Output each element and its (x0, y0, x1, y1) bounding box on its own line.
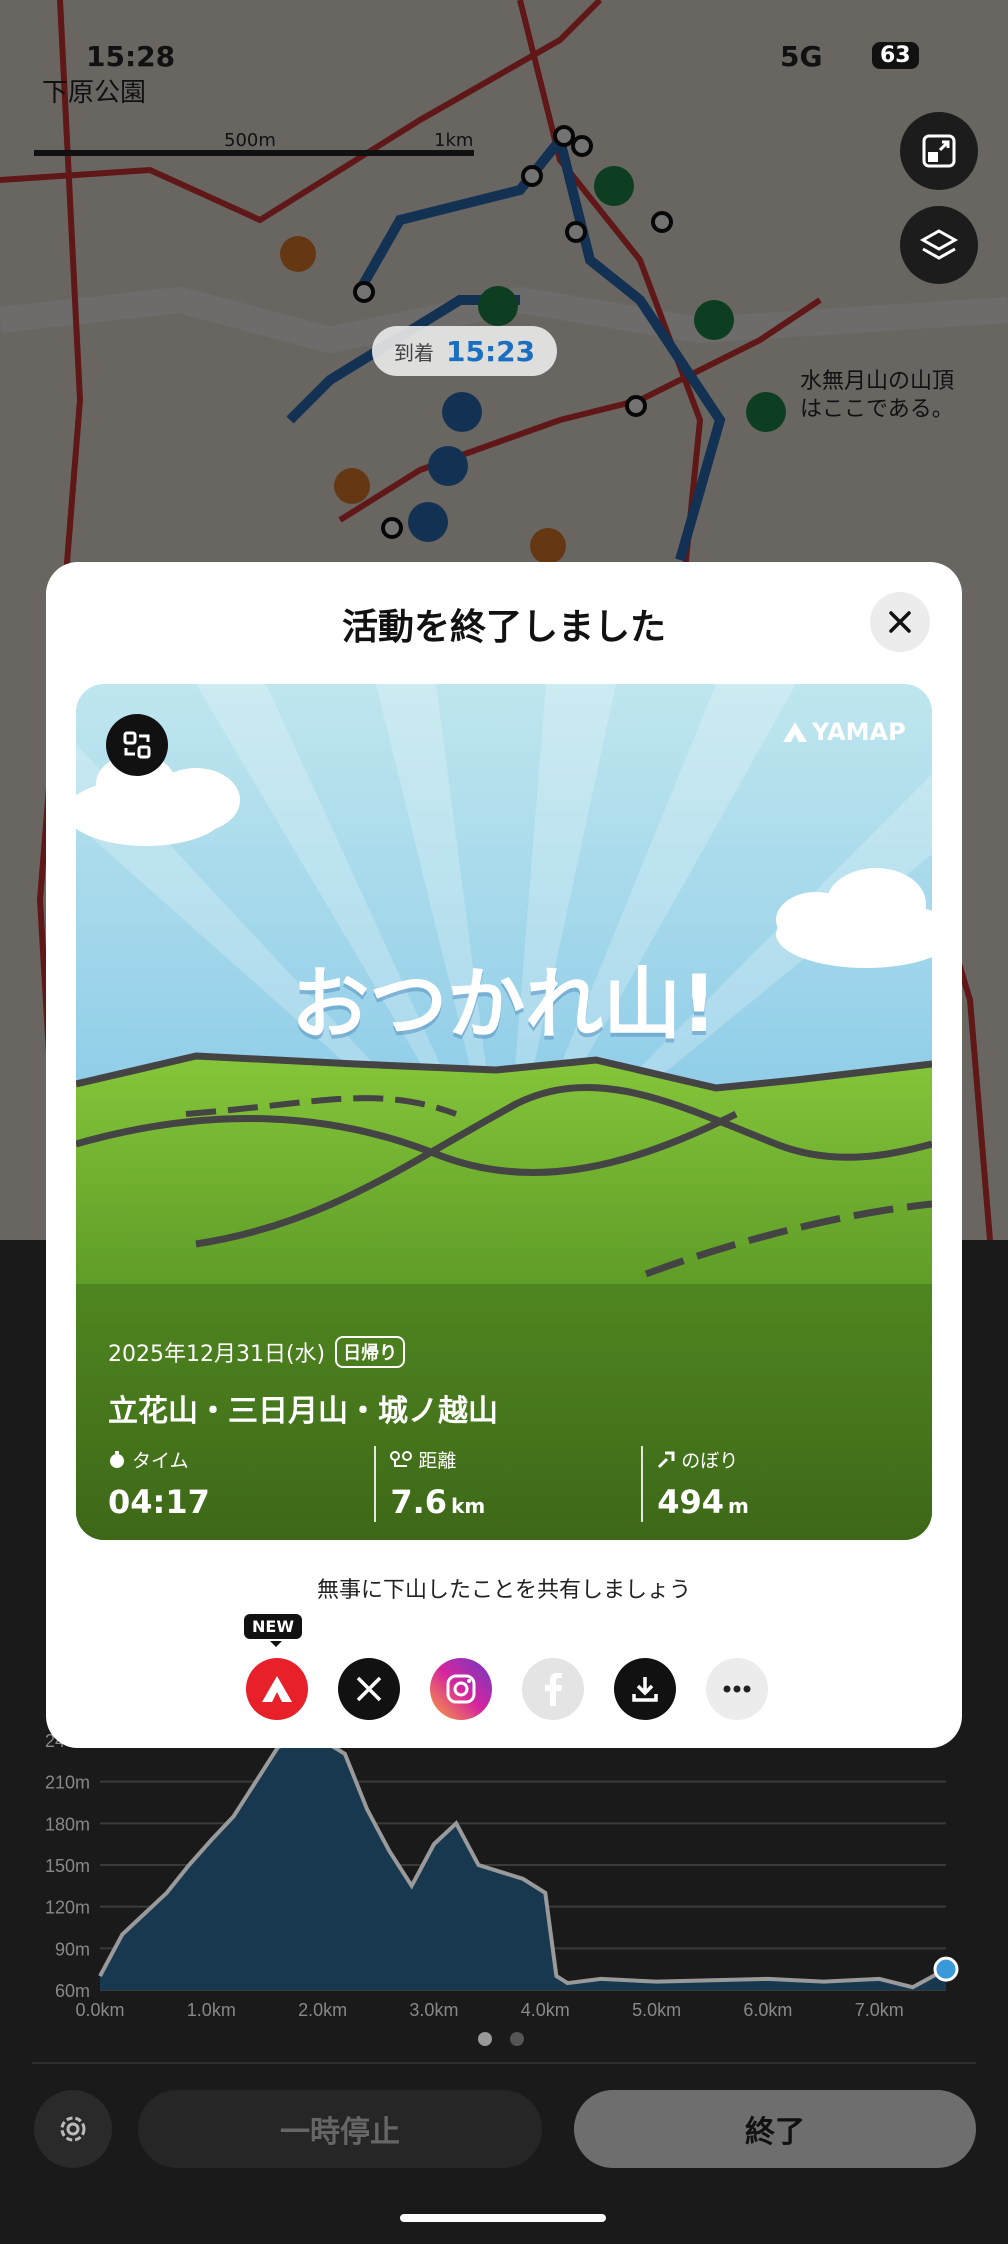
share-yamap-button[interactable]: NEW (244, 1614, 308, 1720)
stat-ascent-value: 494 (657, 1483, 724, 1521)
stat-ascent-label: のぼり (681, 1450, 739, 1472)
stat-distance-value: 7.6 (390, 1483, 448, 1521)
status-bar: 15:28 5G 63 (0, 38, 1008, 78)
download-icon (632, 1677, 658, 1702)
arrival-time: 15:23 (446, 334, 536, 368)
stat-time-value: 04:17 (108, 1483, 210, 1521)
map-layers-button[interactable] (900, 206, 978, 284)
modal-title: 活動を終了しました (341, 607, 666, 648)
map-place-label: 下原公園 (42, 78, 147, 108)
stat-distance: 距離 7.6 km (374, 1446, 641, 1522)
more-icon (723, 1685, 751, 1693)
x-tick-label: 1.0km (187, 2000, 236, 2020)
brand-name: YAMAP (812, 718, 906, 746)
y-tick-label: 180m (45, 1814, 90, 1834)
ascent-icon (658, 1451, 675, 1468)
activity-date-row: 2025年12月31日(水) 日帰り (108, 1336, 908, 1368)
new-badge: NEW (244, 1614, 302, 1647)
x-tick-label: 6.0km (743, 2000, 792, 2020)
page-dot-2 (510, 2032, 524, 2046)
route-name: 立花山・三日月山・城ノ越山 (108, 1394, 498, 1429)
share-facebook-button[interactable] (522, 1658, 584, 1720)
stat-ascent: のぼり 494 m (641, 1446, 908, 1522)
peak-note-line1: 水無月山の山頂 (800, 369, 955, 394)
share-x-button[interactable] (338, 1658, 400, 1720)
activity-finished-modal: 活動を終了しました YAMAP おつかれ山! 2025年12月31日(水) 日帰… (46, 562, 962, 1748)
x-tick-label: 7.0km (855, 2000, 904, 2020)
instagram-icon (446, 1674, 476, 1704)
battery-level: 63 (872, 42, 919, 69)
card-headline: おつかれ山! (291, 960, 717, 1050)
stat-time-label: タイム (132, 1450, 189, 1472)
y-tick-label: 60m (55, 1981, 90, 2001)
facebook-icon (545, 1673, 562, 1706)
page-dot-1 (478, 2032, 492, 2046)
change-layout-button[interactable] (106, 714, 168, 776)
settings-button[interactable] (34, 2090, 112, 2168)
arrival-badge: 到着 15:23 (372, 326, 558, 376)
more-options-button[interactable] (706, 1658, 768, 1720)
map-expand-button[interactable] (900, 112, 978, 190)
arrival-label: 到着 (394, 340, 434, 365)
y-tick-label: 120m (45, 1898, 90, 1918)
stopwatch-icon (110, 1450, 124, 1468)
home-indicator[interactable] (400, 2214, 606, 2222)
map-scale: 500m 1km (34, 130, 474, 156)
stats-row: タイム 04:17 距離 7.6 km のぼり 494 m (108, 1446, 908, 1522)
map-peak-note: 水無月山の山頂 はここである。 (800, 368, 954, 424)
expand-icon (922, 134, 956, 168)
gear-icon (60, 2116, 86, 2142)
current-position-marker (933, 1956, 959, 1982)
download-button[interactable] (614, 1658, 676, 1720)
elevation-chart-svg: 60m90m120m150m180m210m240m0.0km1.0km2.0k… (45, 1731, 959, 2020)
stat-ascent-unit: m (727, 1494, 749, 1518)
y-tick-label: 150m (45, 1856, 90, 1876)
stat-time: タイム 04:17 (108, 1446, 374, 1522)
x-icon (356, 1676, 382, 1702)
trip-type-badge: 日帰り (335, 1336, 406, 1368)
stat-distance-unit: km (451, 1494, 486, 1518)
y-tick-label: 210m (45, 1773, 90, 1793)
y-tick-label: 90m (55, 1939, 90, 1959)
distance-icon (390, 1450, 413, 1467)
close-icon (889, 611, 911, 633)
x-tick-label: 2.0km (298, 2000, 347, 2020)
divider (32, 2062, 976, 2064)
swap-icon (123, 731, 151, 759)
x-tick-label: 4.0km (521, 2000, 570, 2020)
status-time: 15:28 (86, 40, 176, 73)
end-button[interactable]: 終了 (574, 2090, 976, 2168)
layers-icon (919, 229, 959, 260)
share-instagram-button[interactable] (430, 1658, 492, 1720)
yamap-icon (262, 1676, 292, 1702)
summary-card: YAMAP おつかれ山! 2025年12月31日(水) 日帰り 立花山・三日月山… (76, 684, 932, 1540)
x-tick-label: 5.0km (632, 2000, 681, 2020)
x-tick-label: 0.0km (75, 2000, 124, 2020)
share-prompt: 無事に下山したことを共有しましょう (316, 1578, 691, 1603)
stat-distance-label: 距離 (418, 1450, 457, 1472)
close-button[interactable] (870, 592, 930, 652)
peak-note-line2: はここである。 (800, 397, 954, 422)
x-tick-label: 3.0km (409, 2000, 458, 2020)
share-buttons: NEW (244, 1614, 768, 1720)
yamap-logo: YAMAP (782, 718, 906, 746)
elevation-chart: 60m90m120m150m180m210m240m0.0km1.0km2.0k… (0, 1700, 1008, 2030)
activity-date: 2025年12月31日(水) (108, 1342, 326, 1367)
yamap-logo-icon (783, 722, 807, 742)
page-indicator (478, 2032, 524, 2046)
scale-bar (34, 150, 474, 156)
pause-button[interactable]: 一時停止 (138, 2090, 542, 2168)
activity-info: 2025年12月31日(水) 日帰り 立花山・三日月山・城ノ越山 タイム 04:… (108, 1336, 908, 1522)
network-label: 5G (780, 40, 823, 73)
scale-left-label: 500m (224, 130, 276, 151)
scale-right-label: 1km (434, 130, 474, 151)
